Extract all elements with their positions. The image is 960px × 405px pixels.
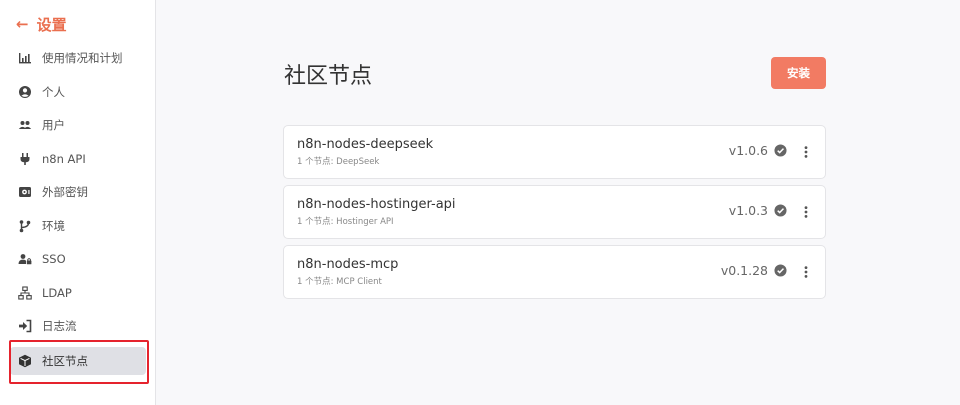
page-title: 社区节点 [284,64,373,89]
sidebar-item-label: n8n API [42,152,86,166]
arrow-left-icon: ← [16,14,29,33]
vault-icon [18,185,32,199]
check-circle-icon [774,144,787,157]
sidebar-item-personal[interactable]: 个人 [10,78,146,106]
sidebar-item-n8n-api[interactable]: n8n API [10,145,146,173]
sidebar-item-log-streaming[interactable]: 日志流 [10,312,146,340]
sidebar-item-label: LDAP [42,286,72,300]
cube-icon [18,354,32,368]
settings-heading: 设置 [36,15,67,34]
bar-chart-icon [18,51,32,65]
package-card-mcp[interactable]: n8n-nodes-mcp 1 个节点: MCP Client v0.1.28 [283,245,826,299]
install-button[interactable]: 安装 [771,57,826,89]
sidebar-item-sso[interactable]: SSO [10,245,146,273]
sidebar-item-label: 环境 [42,219,65,233]
sidebar-item-users[interactable]: 用户 [10,111,146,139]
network-icon [18,286,32,300]
sidebar-item-environments[interactable]: 环境 [10,212,146,240]
sidebar-item-label: 使用情况和计划 [42,51,123,65]
sidebar-item-label: 社区节点 [42,354,88,368]
plug-icon [18,152,32,166]
package-name: n8n-nodes-hostinger-api [297,197,456,212]
more-options-icon[interactable] [801,143,811,161]
sidebar-item-external-secrets[interactable]: 外部密钥 [10,178,146,206]
package-name: n8n-nodes-mcp [297,257,399,272]
package-node-count: 1 个节点: Hostinger API [297,217,394,227]
git-branch-icon [18,219,32,233]
settings-sidebar: ← 设置 使用情况和计划 个人 用户 n8n API 外部密钥 环境 SSO L… [0,0,156,405]
package-card-deepseek[interactable]: n8n-nodes-deepseek 1 个节点: DeepSeek v1.0.… [283,125,826,179]
users-icon [18,118,32,132]
sidebar-item-community-nodes[interactable]: 社区节点 [10,347,146,375]
package-node-count: 1 个节点: DeepSeek [297,157,380,167]
more-options-icon[interactable] [801,203,811,221]
package-version: v0.1.28 [721,263,787,278]
package-version: v1.0.3 [729,203,787,218]
back-to-settings-link[interactable]: ← 设置 [16,13,67,35]
sidebar-item-label: SSO [42,252,66,266]
version-label: v1.0.3 [728,203,768,218]
check-circle-icon [774,264,787,277]
package-name: n8n-nodes-deepseek [297,137,434,152]
sidebar-item-label: 个人 [42,85,65,99]
package-version: v1.0.6 [729,143,787,158]
user-lock-icon [18,252,32,266]
sidebar-item-label: 日志流 [42,319,77,333]
sidebar-item-usage[interactable]: 使用情况和计划 [10,44,146,72]
sidebar-item-ldap[interactable]: LDAP [10,279,146,307]
check-circle-icon [774,204,787,217]
main-content: 社区节点 安装 n8n-nodes-deepseek 1 个节点: DeepSe… [157,0,960,405]
package-node-count: 1 个节点: MCP Client [297,277,382,287]
package-card-hostinger-api[interactable]: n8n-nodes-hostinger-api 1 个节点: Hostinger… [283,185,826,239]
sign-in-icon [18,319,32,333]
more-options-icon[interactable] [801,263,811,281]
sidebar-item-label: 外部密钥 [42,185,88,199]
version-label: v0.1.28 [720,263,768,278]
user-circle-icon [18,85,32,99]
sidebar-item-label: 用户 [42,118,65,132]
version-label: v1.0.6 [728,143,768,158]
